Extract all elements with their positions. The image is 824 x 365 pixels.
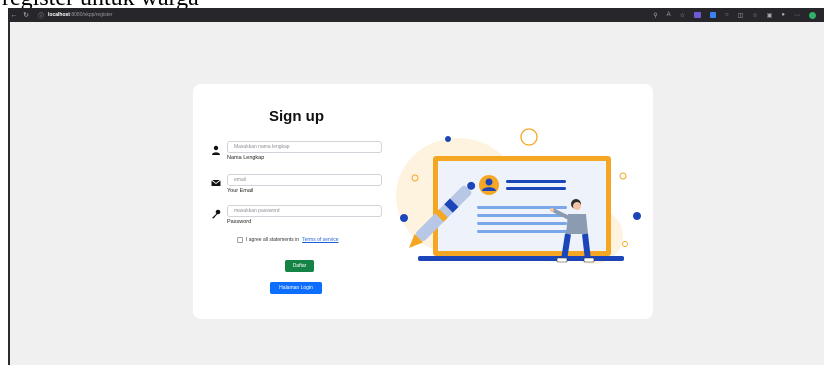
extension-icon[interactable] — [694, 12, 702, 18]
key-icon — [212, 209, 221, 219]
user-icon — [212, 145, 220, 155]
name-label: Nama Lengkap — [227, 155, 265, 161]
signup-illustration — [396, 128, 641, 264]
copilot-icon[interactable] — [809, 11, 816, 19]
daftar-button[interactable]: Daftar — [285, 260, 314, 272]
browser-actions: ⚲ A ☆ ○ ◫ ☆ ▣ ● ⋯ — [653, 11, 824, 19]
back-icon[interactable]: ← — [8, 12, 20, 19]
terms-agreement: I agree all statements in Terms of servi… — [237, 237, 339, 243]
agree-text: I agree all statements in — [246, 237, 300, 243]
terms-link[interactable]: Terms of service — [302, 237, 338, 243]
browser-window: ← ↻ ⓘ localhost :8080/skpp/register ⚲ A … — [8, 8, 824, 365]
url-host: localhost — [48, 12, 70, 18]
extension-icon[interactable] — [710, 12, 717, 18]
password-input[interactable]: masukkan password — [227, 205, 382, 217]
login-page-button[interactable]: Halaman Login — [270, 282, 322, 294]
password-label: Password — [227, 219, 252, 225]
signup-card: Sign up Masukkan nama lengkap Nama Lengk… — [193, 84, 653, 319]
more-menu-icon[interactable]: ⋯ — [794, 12, 800, 19]
split-screen-icon[interactable]: ◫ — [738, 12, 744, 19]
refresh-icon[interactable]: ↻ — [20, 11, 32, 19]
address-bar[interactable]: ⓘ localhost :8080/skpp/register — [38, 10, 458, 20]
page-title: Sign up — [269, 108, 324, 125]
window-edge — [8, 22, 10, 365]
collections-icon[interactable]: ▣ — [767, 12, 773, 19]
info-icon[interactable]: ⓘ — [38, 11, 44, 20]
favorites-icon[interactable]: ☆ — [752, 12, 757, 19]
agree-checkbox[interactable] — [237, 237, 243, 243]
name-input[interactable]: Masukkan nama lengkap — [227, 141, 382, 153]
url-path: :8080/skpp/register — [69, 12, 113, 18]
email-input[interactable]: email — [227, 174, 382, 186]
read-aloud-icon[interactable]: A — [667, 12, 671, 18]
extensions-puzzle-icon[interactable]: ○ — [725, 12, 729, 18]
favorite-star-icon[interactable]: ☆ — [680, 12, 685, 19]
profile-icon[interactable]: ● — [781, 12, 785, 18]
zoom-icon[interactable]: ⚲ — [653, 12, 657, 19]
email-label: Your Email — [227, 188, 254, 194]
browser-toolbar: ← ↻ ⓘ localhost :8080/skpp/register ⚲ A … — [8, 8, 824, 22]
envelope-icon — [211, 179, 221, 186]
